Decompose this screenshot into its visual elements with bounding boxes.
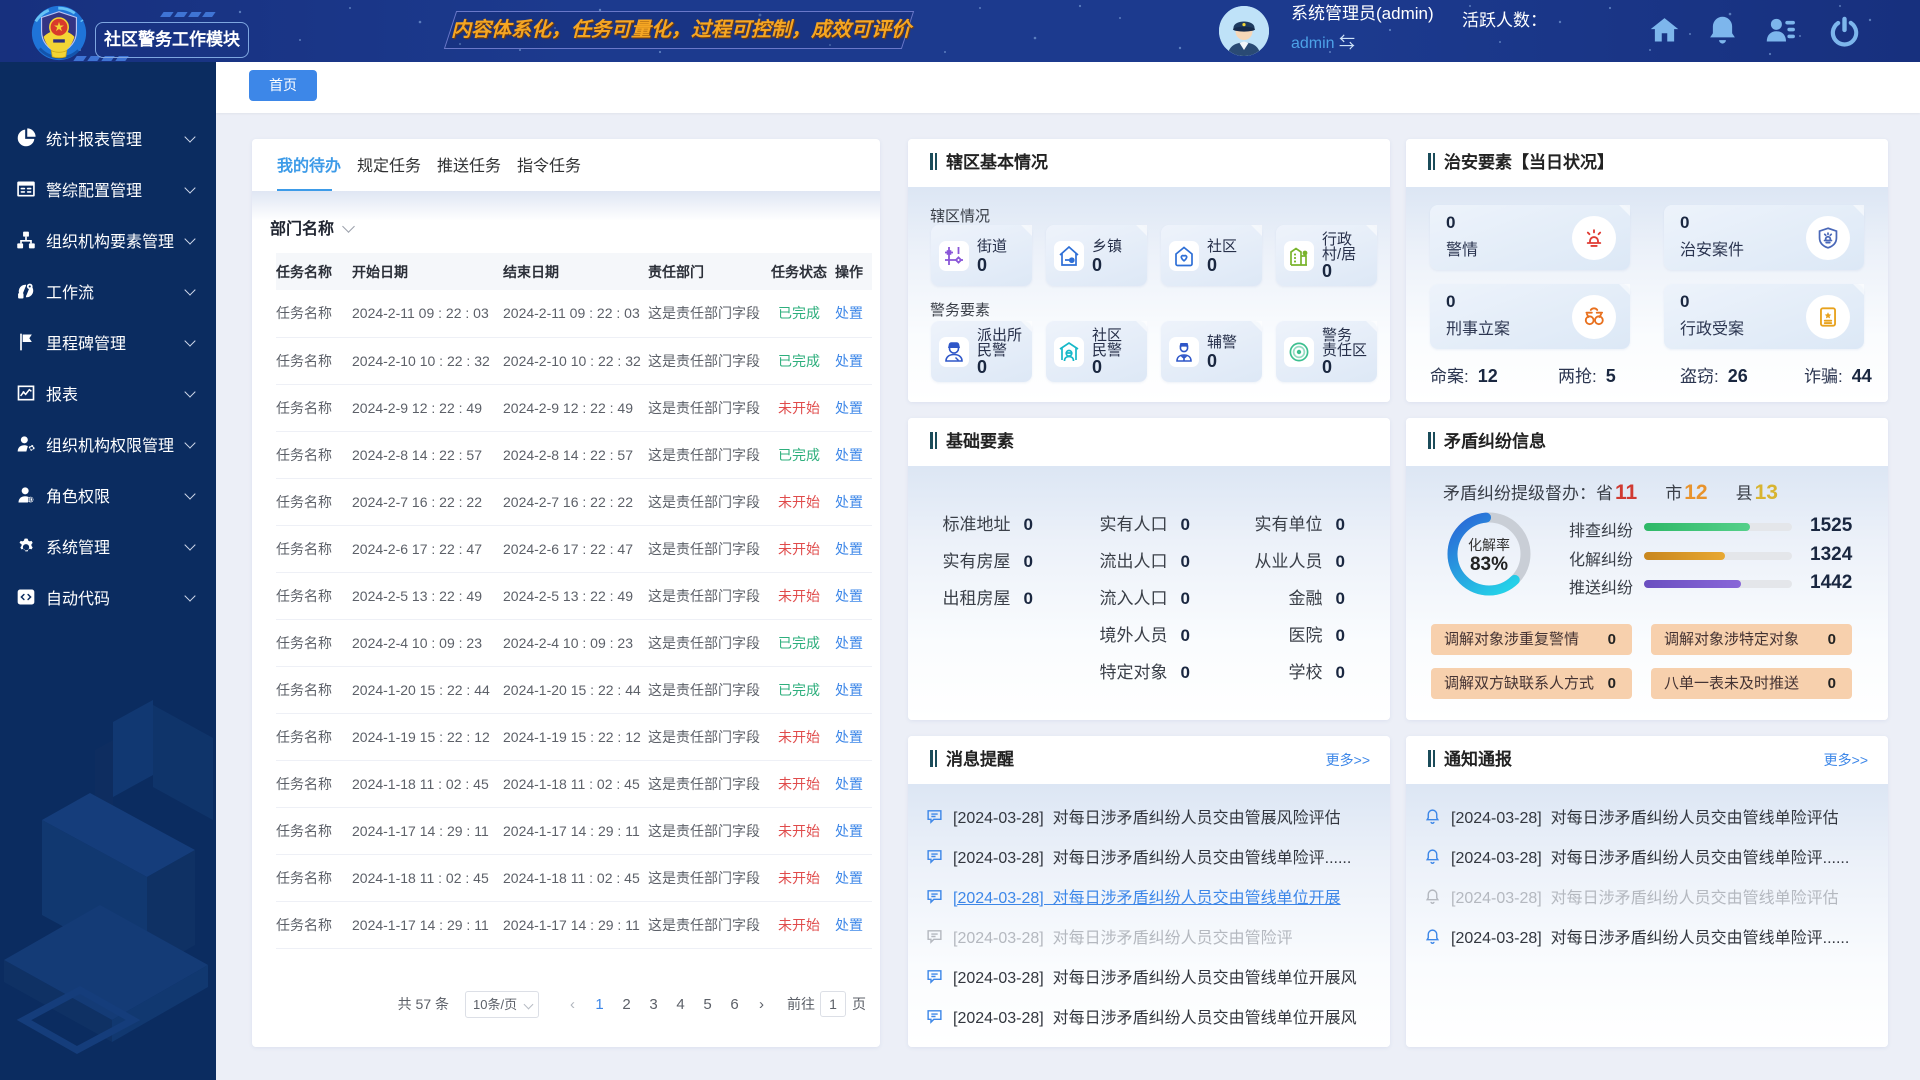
svg-text:83%: 83% <box>1470 554 1508 575</box>
svg-text:ID: ID <box>28 497 33 503</box>
svg-text:化解率: 化解率 <box>1468 537 1510 553</box>
